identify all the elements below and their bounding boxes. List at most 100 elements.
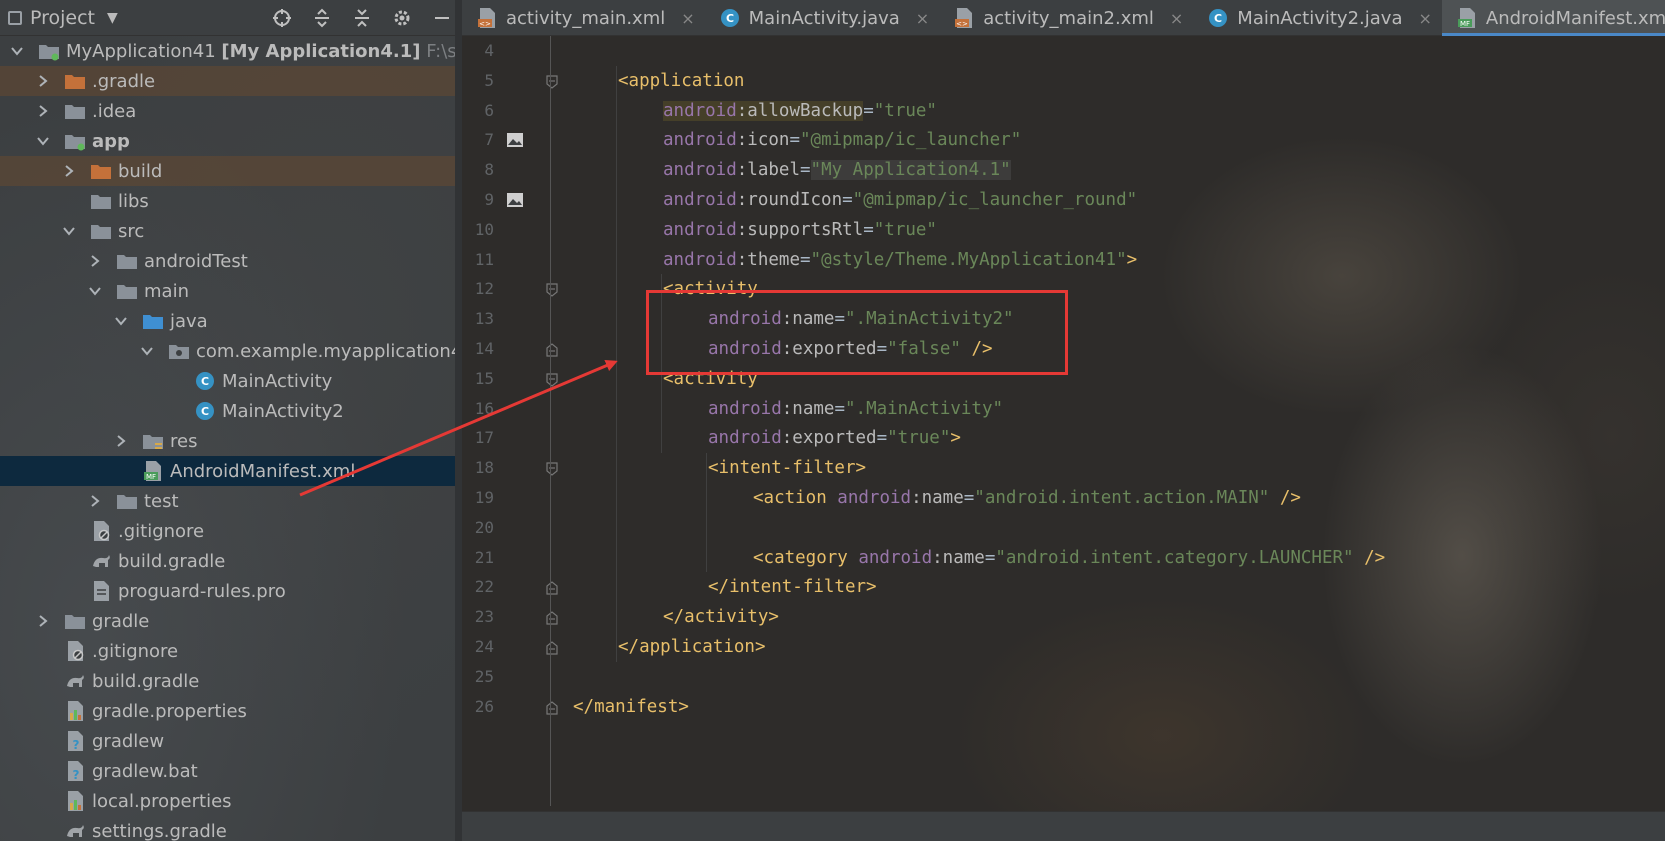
editor-tab[interactable]: MFAndroidManifest.xml× (1441, 0, 1665, 36)
tree-item[interactable]: src (0, 216, 462, 246)
tree-item[interactable]: java (0, 306, 462, 336)
tree-item[interactable]: .gitignore (0, 516, 462, 546)
tree-item[interactable]: ? gradlew.bat (0, 756, 462, 786)
chevron-right-icon[interactable] (114, 434, 128, 448)
tree-item[interactable]: MF AndroidManifest.xml (0, 456, 462, 486)
tree-item-label: proguard-rules.pro (118, 581, 286, 602)
tree-item[interactable]: libs (0, 186, 462, 216)
hide-panel-icon[interactable] (430, 6, 454, 30)
chevron-right-icon[interactable] (36, 614, 50, 628)
fold-close-icon[interactable] (546, 640, 558, 655)
tree-item[interactable]: MyApplication41 [My Application4.1] F:\s… (0, 36, 462, 66)
chevron-right-icon[interactable] (88, 494, 102, 508)
tree-item[interactable]: gradle.properties (0, 696, 462, 726)
chevron-down-icon[interactable] (140, 344, 154, 358)
tree-item[interactable]: res (0, 426, 462, 456)
chevron-down-icon[interactable] (36, 134, 50, 148)
fold-close-icon[interactable] (546, 580, 558, 595)
chevron-down-icon[interactable] (114, 314, 128, 328)
code-token: "@mipmap/ic_launcher_round" (852, 190, 1138, 210)
tree-item[interactable]: .gitignore (0, 636, 462, 666)
chevron-right-icon[interactable] (36, 104, 50, 118)
tab-label: MainActivity.java (748, 7, 900, 29)
image-icon[interactable] (506, 132, 523, 148)
class-icon: C (719, 7, 741, 29)
tree-item-name: build (118, 160, 163, 182)
fold-open-icon[interactable] (546, 372, 558, 387)
tree-item[interactable]: local.properties (0, 786, 462, 816)
fold-close-icon[interactable] (546, 700, 558, 715)
chevron-down-icon[interactable] (62, 224, 76, 238)
fold-close-icon[interactable] (546, 342, 558, 357)
close-icon[interactable]: × (1418, 9, 1431, 28)
editor-tab[interactable]: C MainActivity.java × (705, 0, 940, 36)
fold-open-icon[interactable] (546, 282, 558, 298)
panel-splitter[interactable] (455, 0, 462, 841)
tree-item[interactable]: settings.gradle (0, 816, 462, 841)
tree-item[interactable]: main (0, 276, 462, 306)
tree-item[interactable]: build (0, 156, 462, 186)
line-number: 26 (474, 696, 494, 716)
project-view-selector[interactable]: Project ▼ (0, 7, 118, 29)
editor-tab[interactable]: <> activity_main.xml × (462, 0, 705, 36)
fold-close-icon[interactable] (546, 610, 558, 625)
tree-item[interactable]: .idea (0, 96, 462, 126)
close-icon[interactable]: × (1170, 9, 1183, 28)
chevron-right-icon[interactable] (62, 164, 76, 178)
code-token: "true" (887, 428, 951, 449)
expand-all-icon[interactable] (310, 6, 334, 30)
code-line: android:exported="true"> (708, 423, 961, 453)
tree-item[interactable]: build.gradle (0, 666, 462, 696)
chevron-down-icon[interactable] (88, 284, 102, 298)
tree-item[interactable]: C MainActivity2 (0, 396, 462, 426)
svg-text:C: C (201, 405, 209, 418)
line-number: 16 (474, 398, 494, 418)
tree-item[interactable]: build.gradle (0, 546, 462, 576)
tree-item[interactable]: proguard-rules.pro (0, 576, 462, 606)
close-icon[interactable]: × (916, 9, 929, 28)
line-number: 18 (474, 458, 494, 478)
fold-open-icon[interactable] (546, 461, 558, 476)
code-token: </manifest> (573, 696, 689, 717)
tree-item-label: MainActivity2 (222, 401, 344, 422)
manifest-icon: MF (142, 460, 164, 482)
chevron-down-icon[interactable] (10, 44, 24, 58)
tree-item-label: test (144, 491, 179, 512)
annotation-highlight-box (646, 290, 1068, 375)
code-line: android:name=".MainActivity" (708, 394, 1003, 424)
tree-item-label: build (118, 161, 162, 182)
chevron-right-icon[interactable] (88, 254, 102, 268)
tree-item[interactable]: app (0, 126, 462, 156)
locate-file-icon[interactable] (270, 6, 294, 30)
svg-text:C: C (726, 12, 734, 25)
tree-item[interactable]: C MainActivity (0, 366, 462, 396)
tree-item[interactable]: .gradle (0, 66, 462, 96)
line-number: 5 (484, 70, 494, 90)
collapse-all-icon[interactable] (350, 6, 374, 30)
tree-item-name: MainActivity (222, 370, 333, 392)
tree-item[interactable]: ? gradlew (0, 726, 462, 756)
project-panel: Project ▼ MyApplication41 [My Applicatio… (0, 0, 462, 841)
code-line: <intent-filter> (708, 453, 866, 483)
editor-tab[interactable]: C MainActivity2.java × (1193, 0, 1442, 36)
code-token: = (799, 160, 811, 181)
properties-icon (64, 790, 86, 812)
code-token: :icon (736, 130, 790, 151)
tree-item[interactable]: gradle (0, 606, 462, 636)
fold-open-icon[interactable] (546, 74, 558, 89)
tree-item[interactable]: androidTest (0, 246, 462, 276)
tree-item-name: src (118, 220, 145, 242)
tab-label: activity_main2.xml (983, 7, 1154, 29)
tree-item-label: local.properties (92, 791, 232, 812)
code-token: :label (736, 160, 800, 181)
chevron-right-icon[interactable] (36, 74, 50, 88)
image-icon[interactable] (506, 192, 523, 208)
editor-tab[interactable]: <> activity_main2.xml × (939, 0, 1193, 36)
tree-item[interactable]: test (0, 486, 462, 516)
close-icon[interactable]: × (681, 9, 694, 28)
code-token: android (663, 130, 737, 151)
code-token: > (1126, 249, 1138, 270)
folder-icon (116, 490, 138, 512)
gear-icon[interactable] (390, 6, 414, 30)
tree-item[interactable]: com.example.myapplication41 (0, 336, 462, 366)
